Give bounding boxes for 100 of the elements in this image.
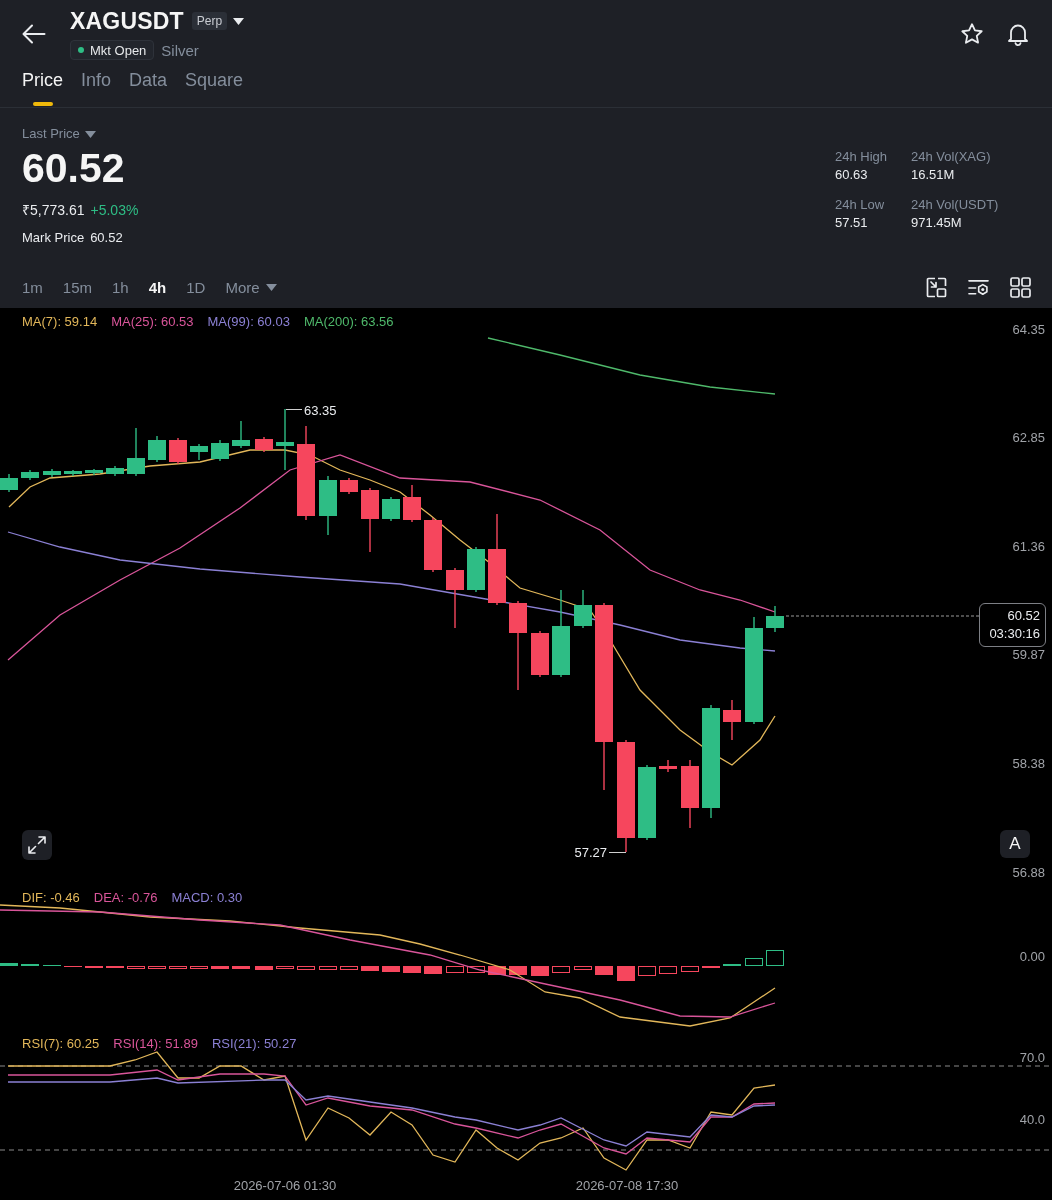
grid-icon[interactable]: [1010, 277, 1031, 298]
candlestick: [403, 484, 421, 523]
rsi-axis-label: 40.0: [1019, 1111, 1045, 1127]
interval-tab[interactable]: 15m: [62, 279, 93, 296]
candlestick: [232, 420, 250, 449]
interval-tab[interactable]: 1m: [22, 279, 43, 296]
candlestick: [531, 630, 549, 678]
macd-histogram-bar: [340, 966, 358, 970]
auto-scale-button[interactable]: A: [1000, 830, 1030, 858]
macd-histogram-bar: [211, 966, 229, 969]
expand-button[interactable]: [22, 830, 52, 860]
more-intervals-dropdown[interactable]: More: [225, 279, 277, 296]
macd-histogram-bar: [276, 966, 294, 969]
back-arrow-icon[interactable]: [22, 24, 46, 44]
time-axis-label: 2026-07-06 01:30: [233, 1178, 337, 1193]
candlestick: [446, 567, 464, 629]
bell-icon[interactable]: [1006, 22, 1030, 46]
ma-legend-label: MA(25): 60.53: [111, 314, 194, 330]
macd-histogram-bar: [297, 966, 315, 970]
expand-icon: [28, 836, 46, 854]
macd-histogram-bar: [681, 966, 699, 972]
tab[interactable]: Price: [22, 68, 63, 107]
settings-icon[interactable]: [968, 277, 989, 298]
ma-legend-label: MA(99): 60.03: [207, 314, 290, 330]
star-icon[interactable]: [960, 22, 984, 46]
candlestick: [255, 436, 273, 453]
macd-histogram-bar: [617, 966, 635, 981]
candlestick: [424, 517, 442, 573]
candlestick: [43, 468, 61, 478]
stat-label: 24h Low: [835, 196, 885, 214]
macd-histogram-bar: [552, 966, 570, 973]
high-price-label: 63.35: [304, 402, 337, 418]
tab[interactable]: Square: [185, 68, 244, 107]
price-axis-label: 56.88: [1012, 864, 1045, 880]
tab[interactable]: Info: [81, 68, 112, 107]
macd-histogram-bar: [745, 958, 763, 966]
macd-histogram-bar: [424, 966, 442, 974]
macd-legend-label: DIF: -0.46: [22, 890, 80, 906]
candlestick: [681, 759, 699, 829]
macd-histogram-bar: [0, 963, 18, 966]
interval-tab[interactable]: 4h: [148, 279, 167, 296]
rsi-legend-label: RSI(21): 50.27: [211, 1036, 297, 1052]
macd-histogram-bar: [509, 966, 527, 975]
price-axis-label: 62.85: [1012, 430, 1045, 446]
stat-value: 60.63: [835, 166, 868, 184]
fiat-price: ₹5,773.61: [22, 201, 85, 220]
ma-legend-label: MA(7): 59.14: [22, 314, 98, 330]
candlestick: [382, 496, 400, 522]
candlestick: [21, 469, 39, 481]
current-price-value: 60.52: [1007, 607, 1040, 625]
macd-histogram-bar: [127, 966, 145, 969]
macd-histogram-bar: [382, 966, 400, 972]
candlestick: [85, 468, 103, 476]
macd-histogram-bar: [595, 966, 613, 975]
arrow-box-icon[interactable]: [926, 277, 947, 298]
contract-type-badge: Perp: [191, 12, 228, 30]
candle-countdown: 03:30:16: [989, 625, 1040, 643]
macd-histogram-bar: [766, 950, 784, 966]
macd-histogram-bar: [148, 966, 166, 969]
mark-price-label: Mark Price: [22, 229, 85, 247]
macd-histogram-bar: [531, 966, 549, 976]
candlestick: [319, 475, 337, 536]
candlestick: [64, 469, 82, 477]
price-axis-label: 58.38: [1012, 755, 1045, 771]
candlestick: [127, 427, 145, 477]
macd-histogram-bar: [255, 966, 273, 970]
macd-histogram-bar: [467, 966, 485, 973]
tab[interactable]: Data: [129, 68, 168, 107]
rsi-axis-label: 70.0: [1019, 1049, 1045, 1065]
candlestick: [766, 605, 784, 633]
candlestick: [106, 465, 124, 477]
caret-icon[interactable]: [233, 17, 245, 25]
stat-label: 24h High: [835, 148, 888, 166]
macd-histogram-bar: [638, 966, 656, 976]
symbol-title: XAGUSDT: [70, 8, 184, 34]
candlestick: [467, 546, 485, 593]
macd-histogram-bar: [190, 966, 208, 969]
price-type-dropdown[interactable]: Last Price: [22, 124, 96, 144]
leader-line: [285, 409, 303, 410]
macd-histogram-bar: [488, 966, 506, 975]
price-change: +5.03%: [90, 201, 139, 220]
candlestick: [659, 759, 677, 773]
mark-price-value: 60.52: [90, 229, 123, 247]
macd-histogram-bar: [232, 966, 250, 969]
asset-name: Silver: [161, 41, 199, 59]
low-price-label: 57.27: [574, 845, 607, 860]
candlestick: [340, 477, 358, 495]
interval-tab[interactable]: 1h: [112, 279, 129, 296]
macd-histogram-bar: [659, 966, 677, 974]
candlestick: [0, 473, 18, 493]
rsi-legend-label: RSI(7): 60.25: [22, 1036, 100, 1052]
macd-histogram-bar: [169, 966, 187, 969]
candlestick: [211, 439, 229, 462]
stat-label: 24h Vol(XAG): [911, 148, 991, 166]
candlestick: [148, 435, 166, 463]
interval-tab[interactable]: 1D: [186, 279, 206, 296]
macd-histogram-bar: [403, 966, 421, 973]
market-status-label: Mkt Open: [90, 42, 147, 58]
stat-label: 24h Vol(USDT): [911, 196, 999, 214]
macd-axis-label: 0.00: [1019, 948, 1045, 964]
